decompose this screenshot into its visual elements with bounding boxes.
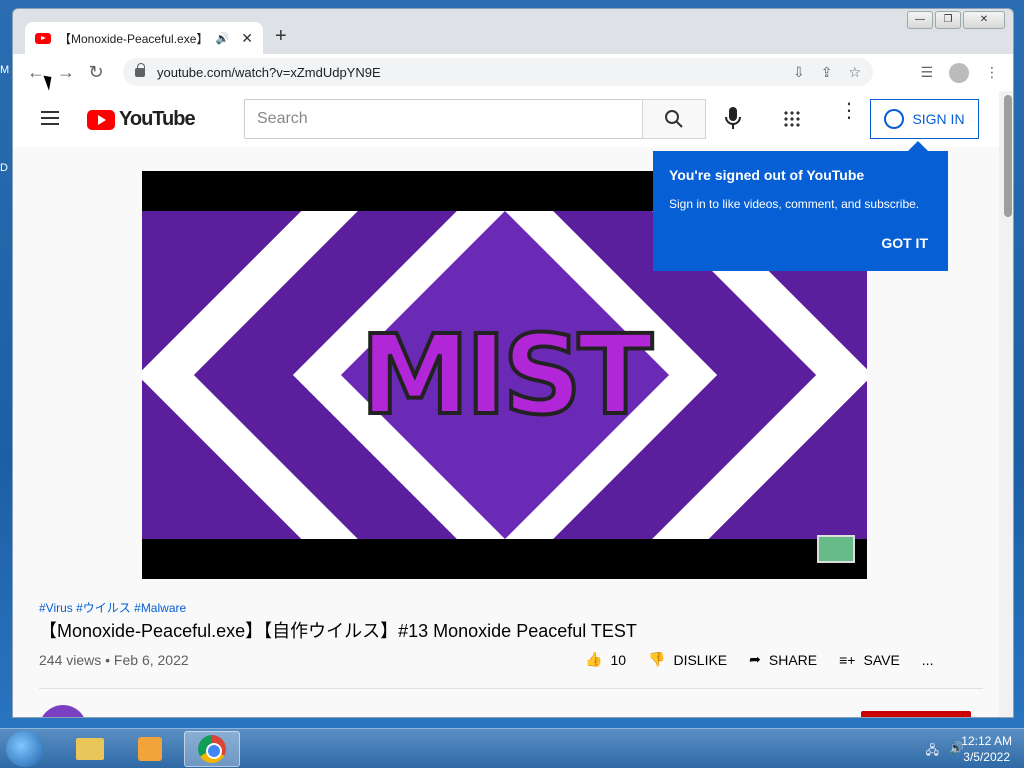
clock-time: 12:12 AM — [961, 734, 1012, 748]
search-icon — [665, 110, 683, 128]
forward-icon[interactable]: → — [51, 62, 81, 83]
system-tray: 🖧 🔊 — [926, 741, 964, 762]
browser-window: 【Monoxide-Peaceful.exe】【自 🔊 ✕ + — ❐ ✕ ← … — [12, 8, 1014, 718]
search-button[interactable] — [642, 99, 706, 139]
clock[interactable]: 12:12 AM 3/5/2022 — [961, 733, 1012, 765]
share-button[interactable]: ➦ SHARE — [749, 651, 817, 668]
video-overlay-icon — [817, 535, 855, 563]
youtube-logo[interactable]: YouTube — [87, 108, 196, 131]
tab-close-icon[interactable]: ✕ — [241, 30, 253, 47]
video-actions: 👍 10 👎 DISLIKE ➦ SHARE ≡+ SAVE ... — [585, 651, 933, 668]
playlist-add-icon: ≡+ — [839, 651, 856, 668]
menu-kebab-icon[interactable]: ⋮ — [985, 64, 999, 81]
signed-out-popup: You're signed out of YouTube Sign in to … — [653, 141, 948, 271]
omnibox-actions: ⇩ ⇪ ☆ — [793, 64, 861, 81]
youtube-logo-icon — [87, 109, 115, 130]
address-bar[interactable]: youtube.com/watch?v=xZmdUdpYN9E ⇩ ⇪ ☆ — [123, 58, 873, 86]
user-circle-icon — [884, 109, 905, 129]
new-tab-button[interactable]: + — [275, 25, 287, 48]
media-controls-icon[interactable]: ☰ — [920, 64, 933, 81]
audio-playing-icon[interactable]: 🔊 — [216, 32, 230, 45]
popup-title: You're signed out of YouTube — [669, 167, 865, 183]
video-meta: 244 views • Feb 6, 2022 — [39, 652, 189, 668]
share-label: SHARE — [768, 651, 818, 668]
more-actions-button[interactable]: ... — [922, 652, 934, 668]
toolbar-right: ☰ ⋮ — [920, 62, 999, 83]
save-button[interactable]: ≡+ SAVE — [839, 652, 900, 668]
apps-grid-icon[interactable] — [783, 110, 801, 128]
clock-date: 3/5/2022 — [963, 750, 1010, 764]
hamburger-menu-icon[interactable] — [41, 111, 59, 125]
lock-icon[interactable] — [135, 62, 145, 77]
page-scrollbar[interactable] — [999, 91, 1013, 717]
profile-icon[interactable] — [949, 62, 969, 83]
like-button[interactable]: 👍 10 — [585, 651, 626, 668]
url-text: youtube.com/watch?v=xZmdUdpYN9E — [157, 64, 381, 80]
install-app-icon[interactable]: ⇩ — [793, 64, 805, 81]
got-it-button[interactable]: GOT IT — [881, 235, 928, 251]
tab-title: 【Monoxide-Peaceful.exe】【自 — [59, 31, 208, 46]
share-icon[interactable]: ⇪ — [821, 64, 833, 81]
microphone-icon[interactable] — [723, 105, 743, 131]
thumbs-up-icon: 👍 — [585, 651, 603, 667]
minimize-button[interactable]: — — [907, 11, 933, 29]
sign-in-button[interactable]: SIGN IN — [870, 99, 979, 139]
settings-kebab-icon[interactable]: ⋮ — [839, 101, 859, 121]
video-thumbnail-text: MIST — [358, 309, 655, 441]
popup-body: Sign in to like videos, comment, and sub… — [669, 197, 920, 211]
sign-in-label: SIGN IN — [912, 111, 965, 127]
folder-icon — [76, 738, 104, 760]
save-label: SAVE — [863, 651, 900, 668]
browser-toolbar: ← → ↻ youtube.com/watch?v=xZmdUdpYN9E ⇩ … — [13, 54, 1013, 91]
video-title: 【Monoxide-Peaceful.exe】【自作ウイルス】#13 Monox… — [39, 621, 637, 641]
bookmark-star-icon[interactable]: ☆ — [848, 64, 861, 81]
desktop-label-d: D — [0, 162, 8, 174]
youtube-favicon-icon — [35, 32, 51, 44]
browser-tab[interactable]: 【Monoxide-Peaceful.exe】【自 🔊 ✕ — [25, 22, 263, 54]
youtube-page: YouTube Search ⋮ SIGN IN MIST You're sig… — [13, 91, 1013, 717]
like-count: 10 — [610, 651, 627, 668]
network-icon[interactable]: 🖧 — [926, 741, 939, 762]
youtube-header: YouTube Search ⋮ SIGN IN — [13, 91, 1013, 147]
thumbs-down-icon: 👎 — [648, 651, 666, 667]
dislike-label: DISLIKE — [673, 651, 728, 668]
taskbar-media-player[interactable] — [122, 731, 178, 767]
close-window-button[interactable]: ✕ — [963, 11, 1005, 29]
taskbar: 🖧 🔊 12:12 AM 3/5/2022 — [0, 728, 1024, 768]
video-tags[interactable]: #Virus #ウイルス #Malware — [39, 599, 186, 616]
share-arrow-icon: ➦ — [749, 651, 761, 667]
maximize-button[interactable]: ❐ — [935, 11, 961, 29]
divider — [39, 688, 983, 689]
youtube-logo-text: YouTube — [119, 108, 196, 130]
chrome-icon — [198, 735, 226, 763]
taskbar-chrome[interactable] — [184, 731, 240, 767]
title-bar: 【Monoxide-Peaceful.exe】【自 🔊 ✕ + — ❐ ✕ — [13, 9, 1013, 54]
window-controls: — ❐ ✕ — [907, 11, 1005, 29]
subscribe-button[interactable] — [861, 711, 971, 717]
search-input[interactable]: Search — [244, 99, 643, 139]
media-player-icon — [138, 737, 162, 761]
reload-icon[interactable]: ↻ — [81, 62, 111, 83]
channel-avatar[interactable] — [39, 705, 87, 717]
start-button[interactable] — [6, 731, 44, 767]
scrollbar-thumb[interactable] — [1004, 95, 1012, 217]
desktop-label-m: M — [0, 64, 10, 76]
dislike-button[interactable]: 👎 DISLIKE — [648, 651, 727, 668]
taskbar-explorer[interactable] — [62, 731, 118, 767]
